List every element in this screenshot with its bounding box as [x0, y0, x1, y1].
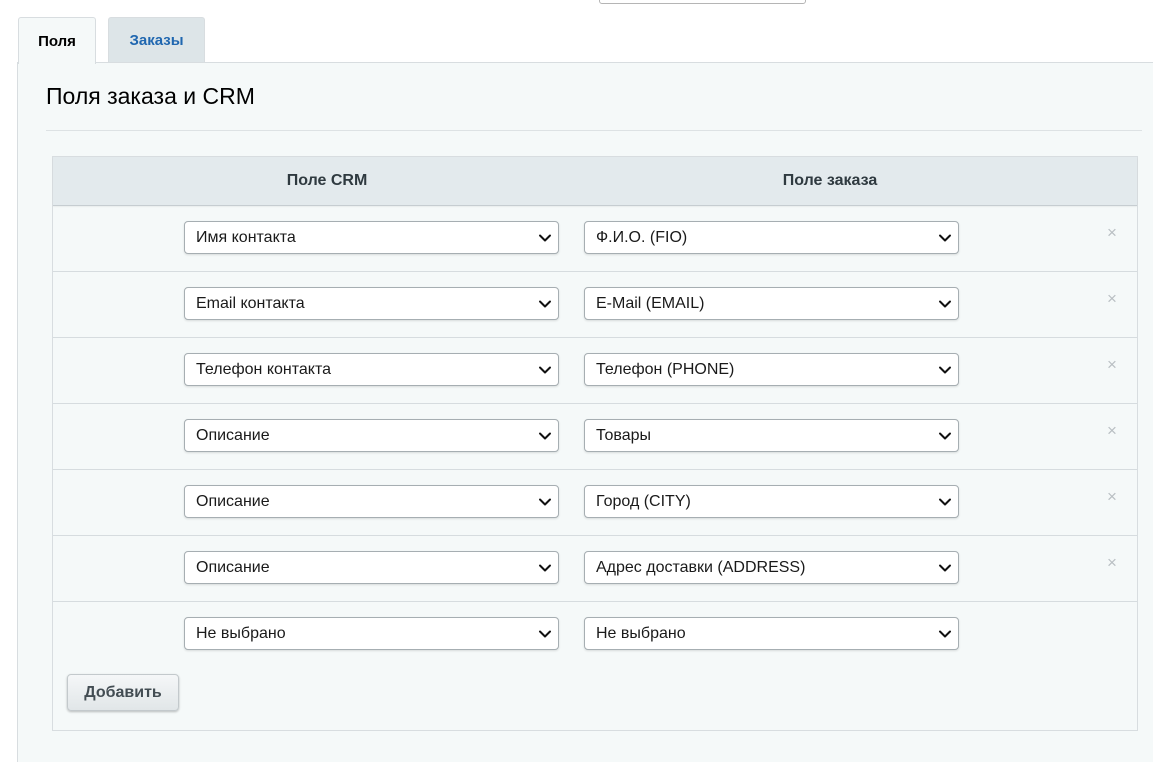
- chevron-down-icon: [538, 495, 552, 509]
- crm-field-select[interactable]: Не выбрано: [184, 617, 559, 650]
- select-value: E-Mail (EMAIL): [596, 294, 705, 312]
- tab-orders[interactable]: Заказы: [108, 17, 205, 63]
- select-value: Ф.И.О. (FIO): [596, 228, 688, 246]
- select-value: Город (CITY): [596, 492, 691, 510]
- chevron-down-icon: [938, 561, 952, 575]
- select-value: Товары: [596, 426, 652, 444]
- select-value: Имя контакта: [196, 228, 296, 246]
- close-icon[interactable]: ×: [1105, 488, 1119, 505]
- chevron-down-icon: [538, 363, 552, 377]
- chevron-down-icon: [538, 429, 552, 443]
- order-field-select[interactable]: Ф.И.О. (FIO): [584, 221, 959, 254]
- select-value: Описание: [196, 492, 270, 510]
- divider: [46, 130, 1142, 131]
- field-mapping-table: Поле CRM Поле заказа Имя контакта Ф.И.О. …: [52, 156, 1138, 731]
- crm-field-select[interactable]: Описание: [184, 551, 559, 584]
- crm-field-select[interactable]: Телефон контакта: [184, 353, 559, 386]
- crm-field-select[interactable]: Описание: [184, 485, 559, 518]
- close-icon[interactable]: ×: [1105, 224, 1119, 241]
- close-icon[interactable]: ×: [1105, 356, 1119, 373]
- chevron-down-icon: [538, 231, 552, 245]
- column-header-order: Поле заказа: [782, 172, 878, 189]
- select-value: Телефон (PHONE): [596, 360, 735, 378]
- chevron-down-icon: [538, 297, 552, 311]
- chevron-down-icon: [938, 627, 952, 641]
- fields-panel: Поля заказа и CRM Поле CRM Поле заказа И…: [17, 62, 1153, 762]
- crm-field-select[interactable]: Описание: [184, 419, 559, 452]
- order-field-select[interactable]: Товары: [584, 419, 959, 452]
- select-value: Не выбрано: [596, 624, 686, 642]
- chevron-down-icon: [938, 495, 952, 509]
- top-input-edge: [599, 0, 806, 4]
- select-value: Описание: [196, 558, 270, 576]
- table-row: Email контакта E-Mail (EMAIL) ×: [53, 272, 1137, 338]
- chevron-down-icon: [938, 297, 952, 311]
- order-field-select[interactable]: Не выбрано: [584, 617, 959, 650]
- close-icon[interactable]: ×: [1105, 290, 1119, 307]
- select-value: Не выбрано: [196, 624, 286, 642]
- table-row: Телефон контакта Телефон (PHONE) ×: [53, 338, 1137, 404]
- chevron-down-icon: [538, 561, 552, 575]
- chevron-down-icon: [938, 429, 952, 443]
- table-row: Не выбрано Не выбрано: [53, 602, 1137, 667]
- table-row: Описание Город (CITY) ×: [53, 470, 1137, 536]
- select-value: Телефон контакта: [196, 360, 332, 378]
- section-title: Поля заказа и CRM: [46, 83, 255, 109]
- table-row: Описание Адрес доставки (ADDRESS) ×: [53, 536, 1137, 602]
- close-icon[interactable]: ×: [1105, 554, 1119, 571]
- add-button[interactable]: Добавить: [67, 674, 179, 711]
- table-row: Описание Товары ×: [53, 404, 1137, 470]
- close-icon[interactable]: ×: [1105, 422, 1119, 439]
- select-value: Адрес доставки (ADDRESS): [596, 558, 806, 576]
- crm-field-select[interactable]: Имя контакта: [184, 221, 559, 254]
- table-row: Имя контакта Ф.И.О. (FIO) ×: [53, 206, 1137, 272]
- chevron-down-icon: [538, 627, 552, 641]
- select-value: Описание: [196, 426, 270, 444]
- chevron-down-icon: [938, 363, 952, 377]
- mapping-rows: Имя контакта Ф.И.О. (FIO) × Email контакта E…: [53, 206, 1137, 667]
- select-value: Email контакта: [196, 294, 305, 312]
- tab-fields[interactable]: Поля: [18, 17, 96, 64]
- column-header-crm: Поле CRM: [286, 172, 368, 189]
- order-field-select[interactable]: Город (CITY): [584, 485, 959, 518]
- order-field-select[interactable]: E-Mail (EMAIL): [584, 287, 959, 320]
- crm-field-select[interactable]: Email контакта: [184, 287, 559, 320]
- tab-bar: Поля Заказы: [18, 17, 205, 64]
- table-header: Поле CRM Поле заказа: [53, 157, 1137, 206]
- order-field-select[interactable]: Адрес доставки (ADDRESS): [584, 551, 959, 584]
- chevron-down-icon: [938, 231, 952, 245]
- order-field-select[interactable]: Телефон (PHONE): [584, 353, 959, 386]
